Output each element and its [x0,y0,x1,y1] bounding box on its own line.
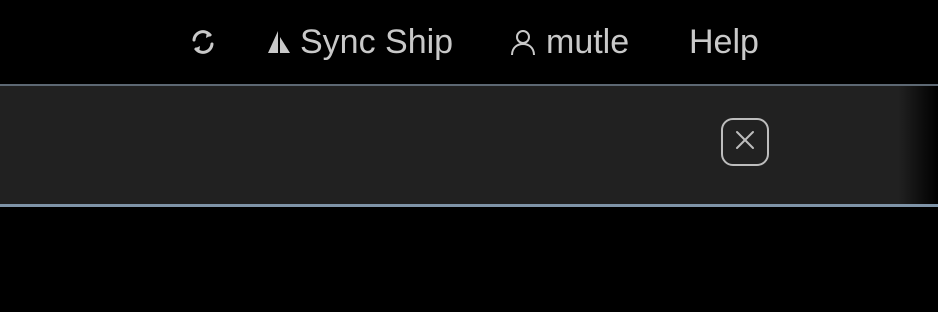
user-name: mutle [546,22,630,61]
refresh-button[interactable] [188,18,222,66]
help-link[interactable]: Help [689,18,759,66]
top-navigation-bar: Sync Ship mutle Help [0,0,938,84]
user-icon [510,28,536,56]
panel-edge-fade [898,86,938,204]
sync-ship-link[interactable]: Sync Ship [266,18,453,66]
close-icon [733,128,757,157]
sail-icon [266,29,292,55]
user-menu[interactable]: mutle [510,18,629,66]
close-button[interactable] [721,118,769,166]
notification-panel [0,84,938,207]
refresh-icon [188,27,218,57]
sync-ship-label: Sync Ship [300,22,454,61]
